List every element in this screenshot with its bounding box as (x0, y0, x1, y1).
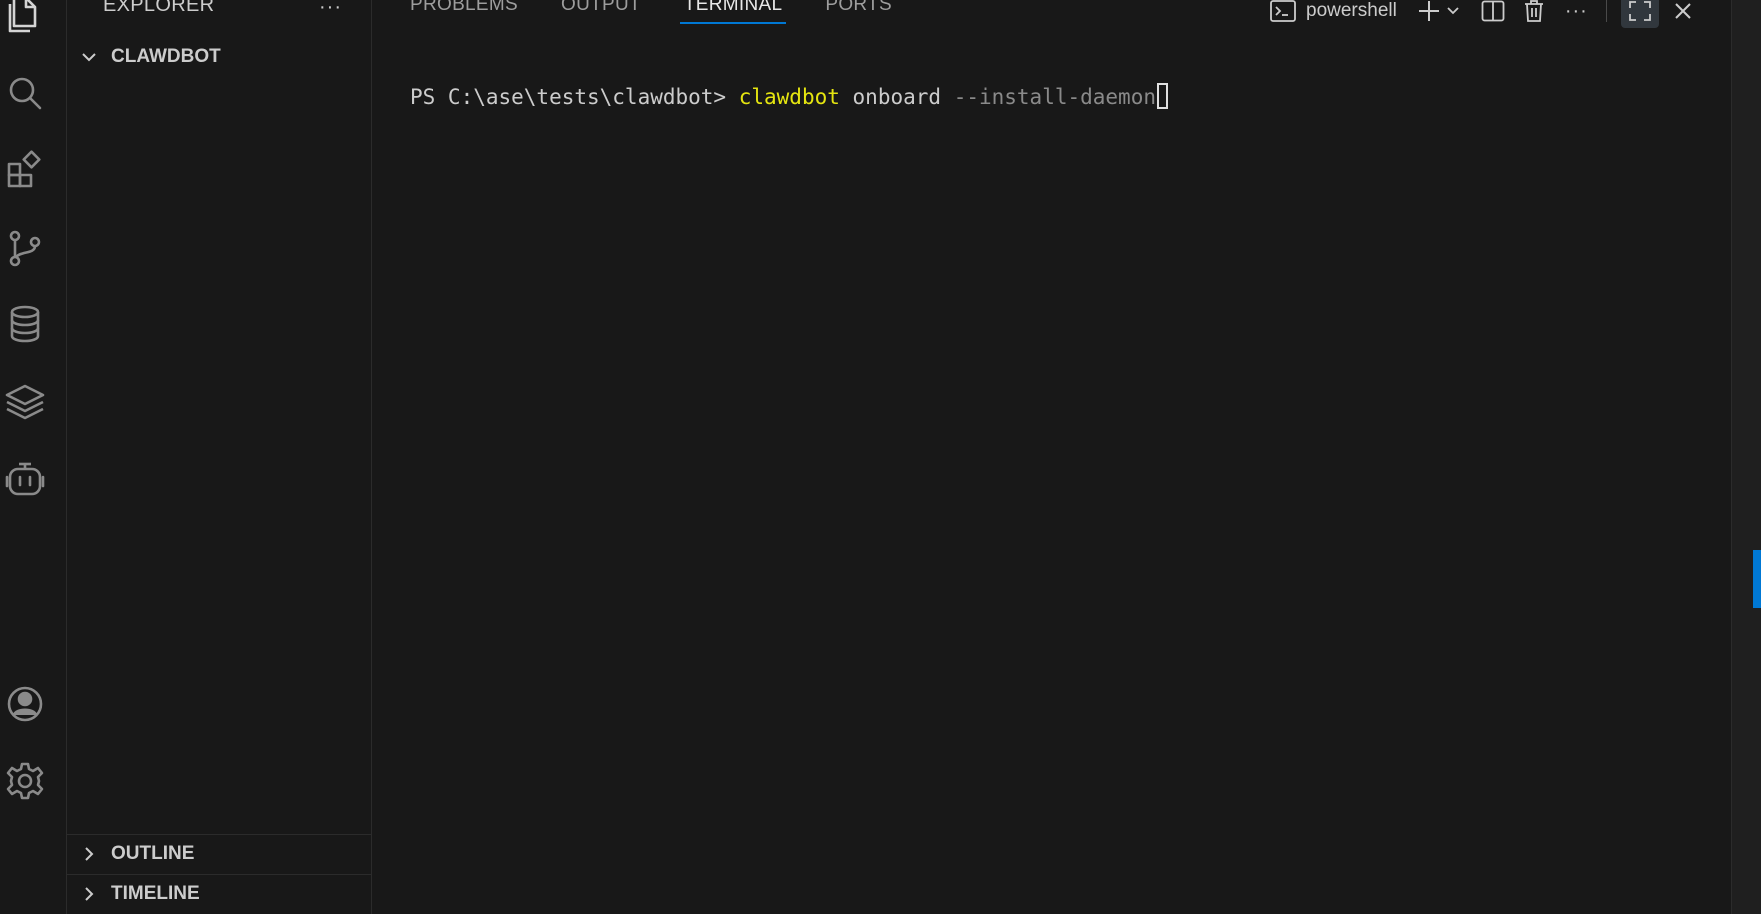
terminal-panel: PROBLEMS OUTPUT TERMINAL PORTS powershel… (372, 0, 1731, 914)
new-terminal-button[interactable] (1417, 0, 1441, 28)
source-control-icon[interactable] (4, 227, 46, 269)
close-panel-button[interactable] (1673, 0, 1693, 28)
timeline-label: TIMELINE (111, 883, 200, 904)
copilot-icon[interactable] (4, 458, 46, 500)
search-icon[interactable] (4, 72, 46, 114)
explorer-sidebar: EXPLORER ··· CLAWDBOT OUTLINE TIMELINE (67, 0, 372, 914)
plus-icon (1417, 0, 1441, 23)
sidebar-more-actions-button[interactable]: ··· (319, 0, 342, 19)
terminal-launch-profile-dropdown[interactable] (1445, 0, 1461, 28)
vscode-window: EXPLORER ··· CLAWDBOT OUTLINE TIMELINE P… (0, 0, 1761, 914)
terminal-icon (1270, 0, 1296, 22)
panel-tabs: PROBLEMS OUTPUT TERMINAL PORTS (410, 0, 935, 28)
tab-output[interactable]: OUTPUT (561, 0, 641, 26)
account-icon[interactable] (4, 683, 46, 725)
terminal-output[interactable]: PS C:\ase\tests\clawdbot> clawdbot onboa… (410, 83, 1168, 111)
extensions-icon[interactable] (4, 150, 46, 192)
close-icon (1673, 1, 1693, 21)
kill-terminal-button[interactable] (1523, 0, 1545, 28)
outline-label: OUTLINE (111, 843, 195, 864)
tab-ports[interactable]: PORTS (825, 0, 892, 26)
split-icon (1481, 0, 1505, 23)
sidebar-title: EXPLORER (103, 0, 215, 16)
trash-icon (1523, 0, 1545, 23)
activity-bar (0, 0, 67, 914)
chevron-down-icon (1445, 3, 1461, 19)
settings-icon[interactable] (4, 760, 46, 802)
editor-edge (1731, 0, 1761, 914)
terminal-command: clawdbot (738, 85, 840, 109)
timeline-section[interactable]: TIMELINE (67, 874, 371, 913)
panel-toolbar: powershell ··· (1270, 0, 1693, 28)
chevron-down-icon (77, 45, 101, 69)
database-icon[interactable] (4, 303, 46, 345)
maximize-panel-button[interactable] (1620, 0, 1659, 28)
outline-section[interactable]: OUTLINE (67, 834, 371, 873)
tab-problems[interactable]: PROBLEMS (410, 0, 518, 26)
split-terminal-button[interactable] (1481, 0, 1505, 28)
panel-more-actions-button[interactable]: ··· (1565, 0, 1588, 28)
scroll-accent (1753, 550, 1761, 608)
terminal-flag: --install-daemon (953, 85, 1156, 109)
maximize-icon (1620, 0, 1659, 28)
explorer-icon[interactable] (4, 0, 46, 36)
chevron-right-icon (77, 842, 101, 866)
tab-terminal[interactable]: TERMINAL (679, 0, 787, 26)
terminal-shell-selector[interactable]: powershell (1270, 0, 1397, 28)
terminal-cursor (1156, 83, 1168, 109)
terminal-prompt: PS C:\ase\tests\clawdbot> (410, 85, 739, 109)
folder-name: CLAWDBOT (111, 46, 221, 67)
shell-name: powershell (1306, 0, 1397, 21)
terminal-argument: onboard (839, 85, 954, 109)
folder-section-clawdbot[interactable]: CLAWDBOT (67, 38, 371, 76)
toolbar-divider (1605, 0, 1607, 28)
chevron-right-icon (77, 882, 101, 906)
layers-icon[interactable] (4, 380, 46, 422)
